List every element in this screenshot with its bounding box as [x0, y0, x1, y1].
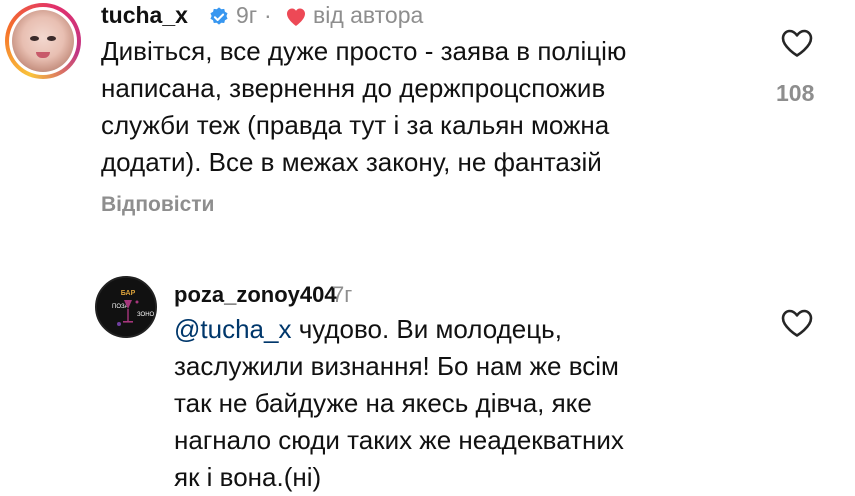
comment-text: Дивіться, все дуже просто - заява в полі…	[101, 36, 627, 177]
heart-outline-icon[interactable]	[780, 308, 814, 338]
reply-button[interactable]: Відповісти	[101, 193, 214, 217]
comment-text: @tucha_x чудово. Ви молодець, заслужили …	[174, 311, 624, 496]
bullet-separator: ·	[264, 2, 272, 28]
like-count: 108	[776, 80, 815, 106]
verified-badge-icon	[210, 7, 228, 25]
svg-text:ПОЗА: ПОЗА	[112, 304, 129, 310]
avatar-poza-zonoy404[interactable]: БАР ПОЗА ЗОНОЮ	[95, 276, 157, 338]
svg-text:БАР: БАР	[121, 290, 136, 297]
svg-text:ЗОНОЮ: ЗОНОЮ	[137, 312, 157, 318]
comment-time: 7г	[332, 282, 353, 307]
heart-icon	[287, 8, 305, 26]
comment-username[interactable]: poza_zonoy404	[174, 282, 337, 308]
author-badge-label: від автора	[313, 2, 424, 28]
heart-outline-icon[interactable]	[780, 28, 814, 58]
mention-link[interactable]: @tucha_x	[174, 314, 291, 344]
comment-username[interactable]: tucha_x	[101, 2, 188, 29]
avatar-tucha-x[interactable]	[5, 3, 81, 79]
comment-text-first-line: чудово. Ви молодець,	[291, 314, 562, 344]
comment-text-rest: заслужили визнання! Бо нам же всім так н…	[174, 351, 624, 492]
comment-time: 9г	[236, 2, 258, 28]
